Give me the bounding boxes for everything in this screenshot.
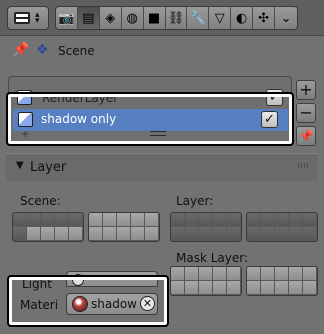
constraints-icon: ⛓ (167, 10, 185, 26)
tab-constraints[interactable]: ⛓ (165, 7, 188, 29)
material-icon: ◐ (236, 10, 248, 26)
tab-render-layers[interactable]: ▤ (77, 7, 100, 29)
tab-render[interactable]: 📷 (56, 7, 78, 29)
highlight-frame-layers (6, 92, 294, 146)
mask-layer-label: Mask Layer: (176, 251, 249, 265)
data-icon: ▽ (214, 10, 225, 26)
object-icon: ■ (147, 10, 161, 26)
tab-material[interactable]: ◐ (231, 7, 254, 29)
scene-layers-grid-a[interactable] (12, 212, 84, 242)
tab-object[interactable]: ■ (143, 7, 166, 29)
properties-header: ▴ ▾ 📷 ▤ ◈ ◍ ■ ⛓ 🔧 ▽ ◐ ✣ ⌄ (0, 0, 324, 36)
tab-world[interactable]: ◍ (121, 7, 144, 29)
scene-icon: ◈ (105, 10, 116, 26)
editor-type-button[interactable]: ▴ ▾ (7, 6, 49, 30)
layer-grid-a[interactable] (170, 212, 242, 242)
layer-label: Layer: (176, 194, 214, 208)
render-icon: 📷 (58, 10, 75, 26)
add-layer-button[interactable]: + (296, 80, 316, 100)
world-icon: ◍ (126, 10, 138, 26)
tab-physics[interactable]: ⌄ (275, 7, 297, 29)
scene-data-icon: ❖ (36, 42, 49, 58)
minus-icon: − (299, 103, 313, 122)
tab-data[interactable]: ▽ (209, 7, 232, 29)
remove-layer-button[interactable]: − (296, 103, 316, 123)
highlight-frame-material (7, 275, 169, 327)
collapse-triangle-icon: ▼ (16, 160, 24, 171)
mask-layer-grid-b[interactable] (246, 266, 318, 296)
chevron-up-down-icon: ▴ ▾ (35, 10, 40, 26)
physics-icon: ⌄ (280, 10, 292, 26)
render-layers-icon: ▤ (82, 10, 95, 26)
plus-icon: + (299, 80, 313, 99)
layer-grid-b[interactable] (246, 212, 318, 242)
tab-modifiers[interactable]: 🔧 (187, 7, 210, 29)
pin-layer-button[interactable]: 📌 (296, 126, 316, 146)
tab-particles[interactable]: ✣ (253, 7, 276, 29)
context-tabs: 📷 ▤ ◈ ◍ ■ ⛓ 🔧 ▽ ◐ ✣ ⌄ (55, 6, 298, 30)
mask-layer-grid-a[interactable] (170, 266, 242, 296)
particles-icon: ✣ (258, 10, 270, 26)
properties-editor-icon (14, 12, 30, 24)
pin-icon[interactable]: 📌 (12, 42, 29, 58)
breadcrumb-scene-label: Scene (58, 44, 95, 58)
scene-layers-label: Scene: (20, 194, 61, 208)
tab-scene[interactable]: ◈ (99, 7, 122, 29)
modifiers-icon: 🔧 (189, 10, 206, 26)
panel-title: Layer (30, 160, 67, 175)
drag-handle-icon[interactable] (298, 163, 310, 168)
pin-icon: 📌 (298, 129, 314, 143)
scene-layers-grid-b[interactable] (88, 212, 160, 242)
layer-panel-header[interactable]: ▼ Layer (6, 153, 318, 181)
